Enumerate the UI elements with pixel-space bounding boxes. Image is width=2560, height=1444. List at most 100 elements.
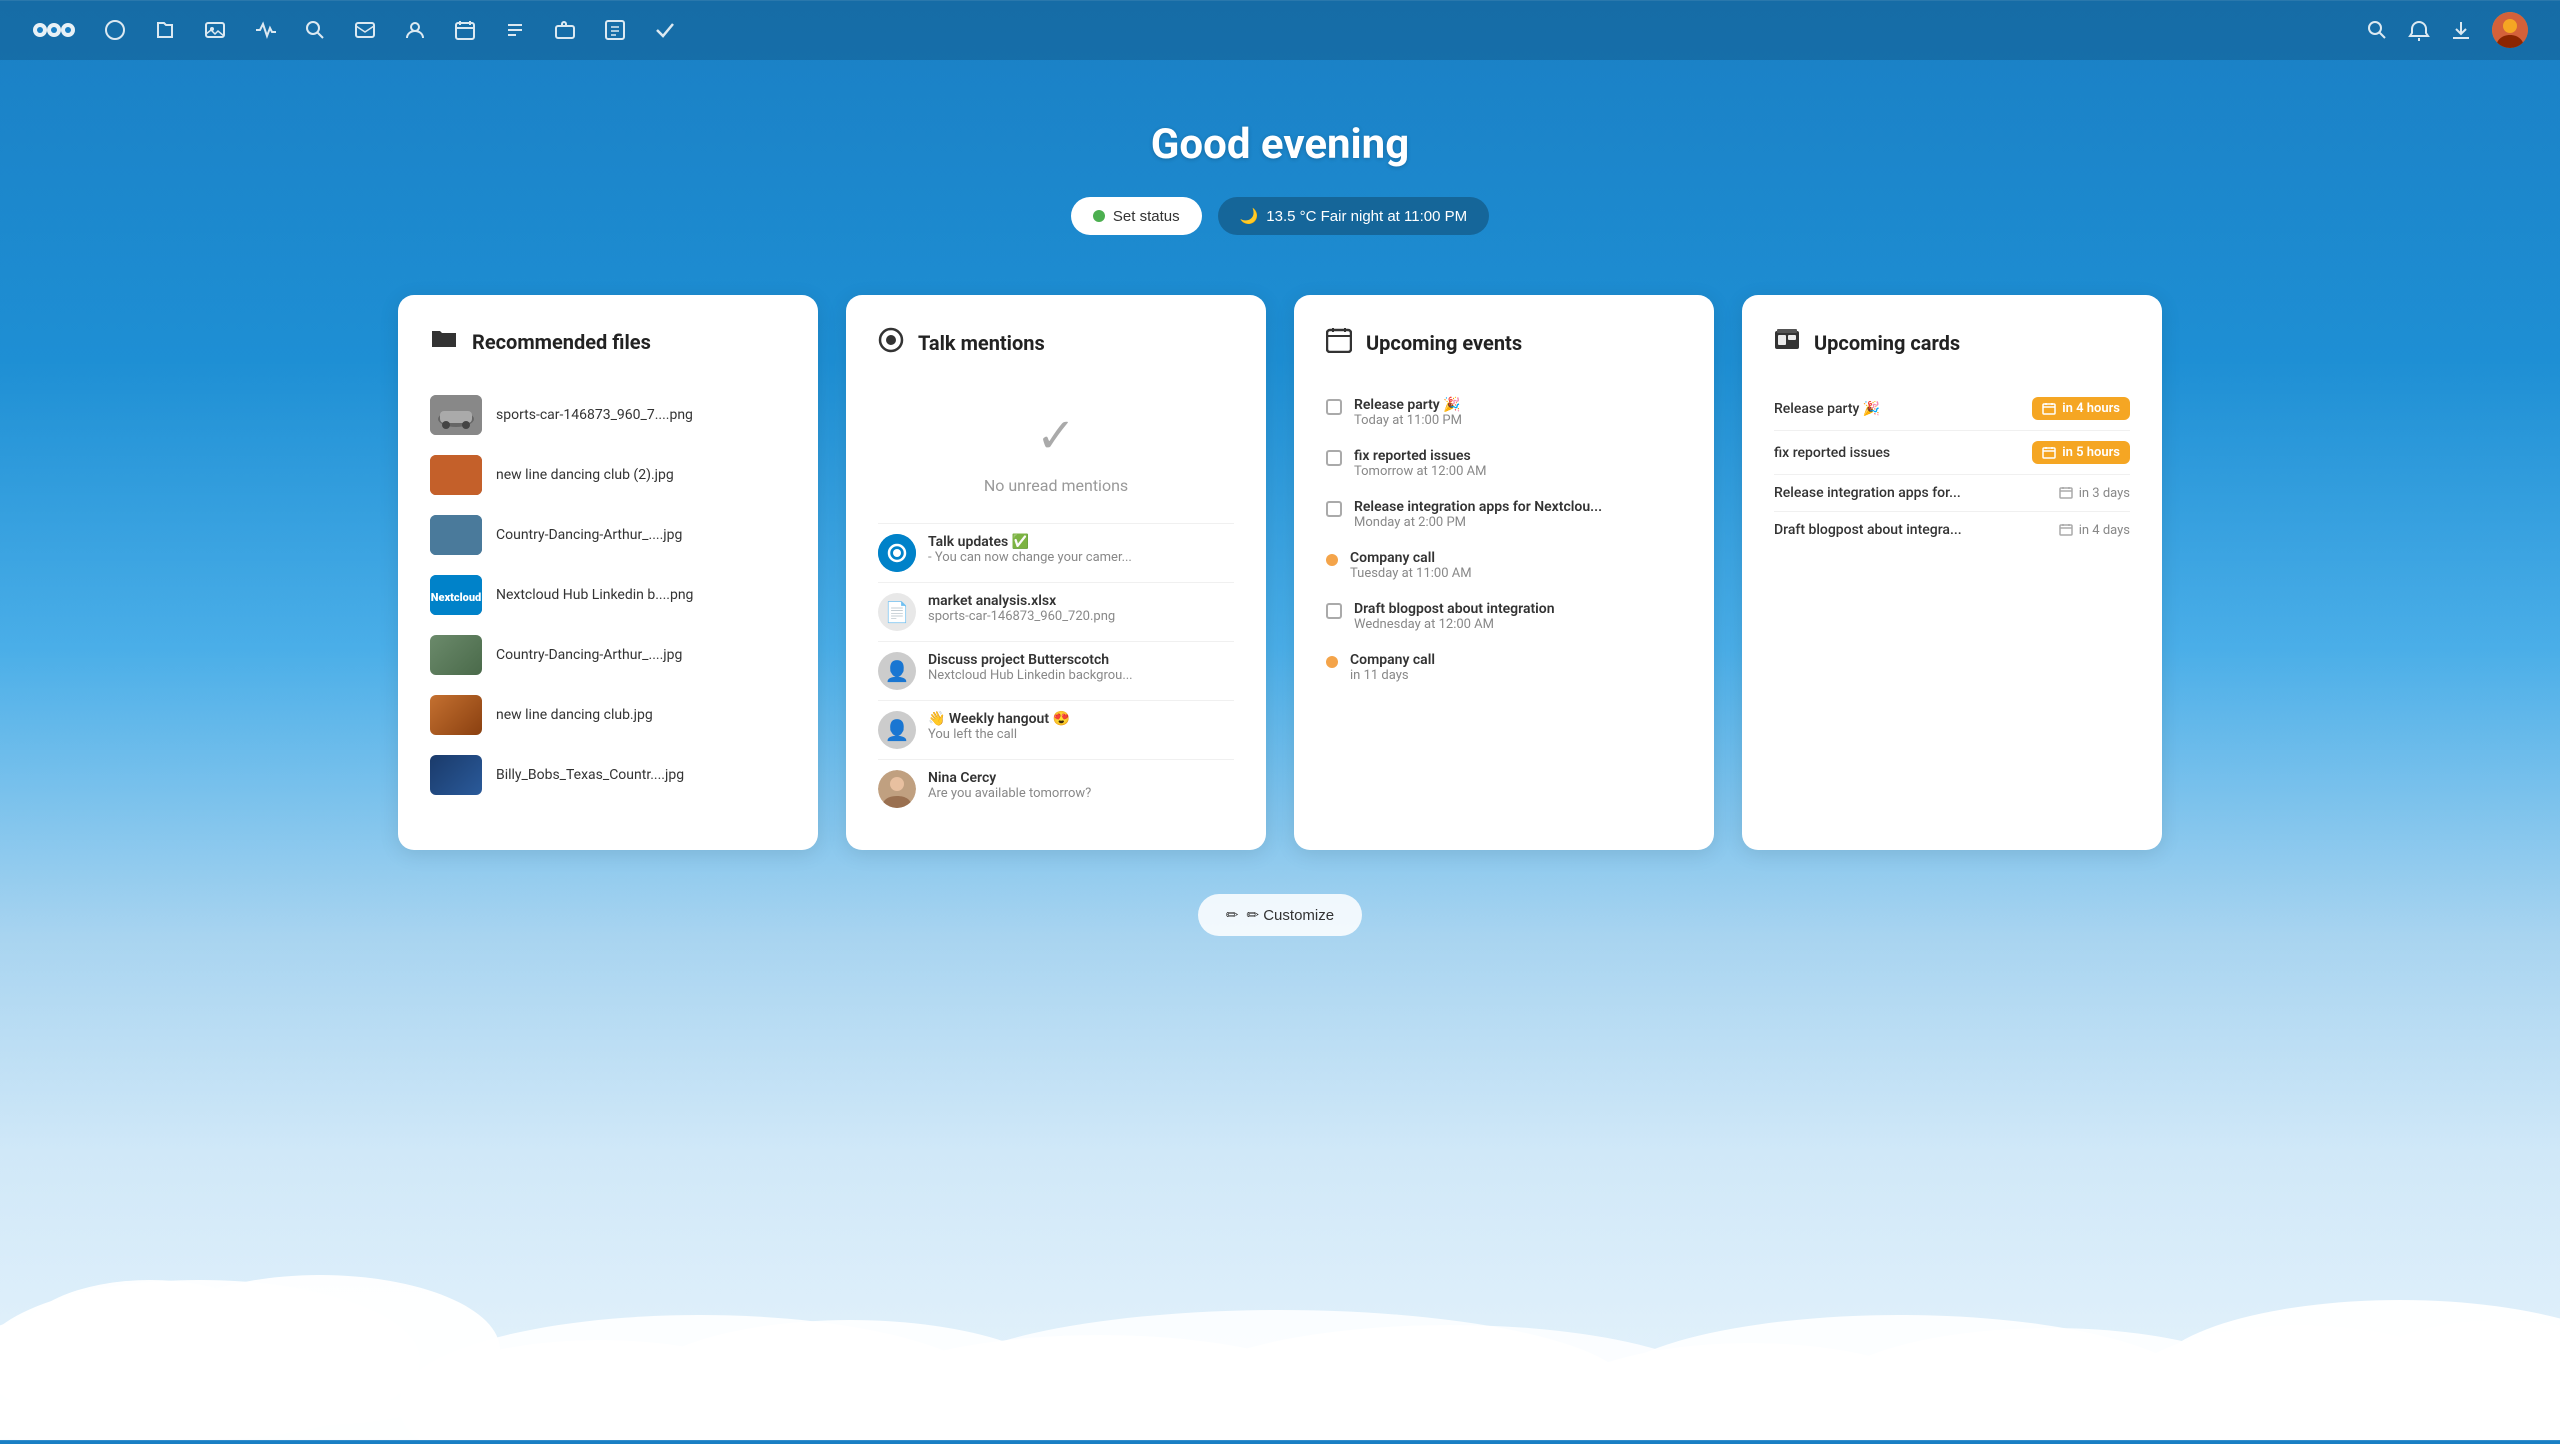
event-name: Draft blogpost about integration: [1354, 601, 1555, 617]
mention-avatar: [878, 534, 916, 572]
mention-title: Talk updates ✅: [928, 534, 1132, 550]
upcoming-cards-header: Upcoming cards: [1774, 327, 2130, 359]
nav-icon-contacts[interactable]: [404, 19, 426, 41]
file-name: new line dancing club (2).jpg: [496, 467, 674, 483]
mention-title: 👋 Weekly hangout 😍: [928, 711, 1070, 727]
event-time: Tomorrow at 12:00 AM: [1354, 464, 1486, 479]
event-time: Monday at 2:00 PM: [1354, 515, 1602, 530]
card-item-name: Release integration apps for...: [1774, 485, 1961, 501]
nav-icon-activity[interactable]: [254, 19, 276, 41]
card-item-name: Draft blogpost about integra...: [1774, 522, 1962, 538]
mention-sub: - You can now change your camer...: [928, 550, 1132, 565]
nav-left: [32, 17, 676, 43]
nav-icon-calendar[interactable]: [454, 19, 476, 41]
file-item[interactable]: sports-car-146873_960_7....png: [430, 385, 786, 445]
nav-icon-notes[interactable]: [504, 19, 526, 41]
event-details: Company call in 11 days: [1350, 652, 1435, 683]
mention-sub: sports-car-146873_960_720.png: [928, 609, 1115, 624]
event-name: Release party 🎉: [1354, 397, 1462, 413]
logo[interactable]: [32, 17, 76, 43]
event-time: Today at 11:00 PM: [1354, 413, 1462, 428]
file-item[interactable]: new line dancing club (2).jpg: [430, 445, 786, 505]
nav-icon-mail[interactable]: [354, 19, 376, 41]
card-badge-gray: in 4 days: [2059, 523, 2130, 538]
customize-button[interactable]: ✏ ✏ Customize: [1198, 894, 1362, 936]
calendar-icon: [1326, 327, 1352, 359]
file-name: Country-Dancing-Arthur_....jpg: [496, 527, 682, 543]
event-details: Draft blogpost about integration Wednesd…: [1354, 601, 1555, 632]
check-icon: ✓: [1036, 407, 1076, 464]
event-name: Company call: [1350, 550, 1472, 566]
nav-icon-tasks[interactable]: [604, 19, 626, 41]
mention-content: market analysis.xlsx sports-car-146873_9…: [928, 593, 1115, 624]
card-item-name: fix reported issues: [1774, 445, 1890, 461]
event-checkbox[interactable]: [1326, 603, 1342, 619]
event-details: Release integration apps for Nextclou...…: [1354, 499, 1602, 530]
mention-item[interactable]: Talk updates ✅ - You can now change your…: [878, 523, 1234, 582]
file-item[interactable]: Nextcloud Nextcloud Hub Linkedin b....pn…: [430, 565, 786, 625]
event-details: Company call Tuesday at 11:00 AM: [1350, 550, 1472, 581]
event-name: Release integration apps for Nextclou...: [1354, 499, 1602, 515]
mention-title: Nina Cercy: [928, 770, 1091, 786]
card-item[interactable]: Draft blogpost about integra... in 4 day…: [1774, 512, 2130, 548]
mention-avatar: 👤: [878, 652, 916, 690]
nav-icon-briefcase[interactable]: [554, 19, 576, 41]
card-item[interactable]: fix reported issues in 5 hours: [1774, 431, 2130, 475]
talk-mentions-title: Talk mentions: [918, 331, 1045, 355]
event-item[interactable]: Release integration apps for Nextclou...…: [1326, 489, 1682, 540]
status-row: Set status 🌙 13.5 °C Fair night at 11:00…: [1071, 197, 1489, 235]
event-name: Company call: [1350, 652, 1435, 668]
card-item[interactable]: Release party 🎉 in 4 hours: [1774, 387, 2130, 431]
mention-sub: Are you available tomorrow?: [928, 786, 1091, 801]
event-details: fix reported issues Tomorrow at 12:00 AM: [1354, 448, 1486, 479]
event-checkbox[interactable]: [1326, 501, 1342, 517]
status-dot: [1093, 210, 1105, 222]
customize-label: ✏ Customize: [1246, 906, 1334, 924]
user-avatar[interactable]: [2492, 12, 2528, 48]
file-name: sports-car-146873_960_7....png: [496, 407, 693, 423]
event-dot: [1326, 656, 1338, 668]
file-name: new line dancing club.jpg: [496, 707, 653, 723]
mention-title: market analysis.xlsx: [928, 593, 1115, 609]
event-item[interactable]: Company call Tuesday at 11:00 AM: [1326, 540, 1682, 591]
file-item[interactable]: Billy_Bobs_Texas_Countr....jpg: [430, 745, 786, 805]
event-item[interactable]: Release party 🎉 Today at 11:00 PM: [1326, 387, 1682, 438]
recommended-files-header: Recommended files: [430, 327, 786, 357]
file-thumb: [430, 395, 482, 435]
card-item[interactable]: Release integration apps for... in 3 day…: [1774, 475, 2130, 512]
nav-icon-check[interactable]: [654, 19, 676, 41]
card-badge: in 5 hours: [2032, 441, 2130, 464]
event-item[interactable]: Company call in 11 days: [1326, 642, 1682, 693]
event-checkbox[interactable]: [1326, 399, 1342, 415]
mention-item[interactable]: 👤 👋 Weekly hangout 😍 You left the call: [878, 700, 1234, 759]
topbar: [0, 0, 2560, 60]
download-icon[interactable]: [2450, 19, 2472, 41]
weather-button[interactable]: 🌙 13.5 °C Fair night at 11:00 PM: [1218, 197, 1490, 235]
mention-item[interactable]: 👤 Discuss project Butterscotch Nextcloud…: [878, 641, 1234, 700]
talk-mentions-header: Talk mentions: [878, 327, 1234, 359]
nav-icon-files[interactable]: [154, 19, 176, 41]
nav-icon-search[interactable]: [304, 19, 326, 41]
folder-icon: [430, 327, 458, 357]
set-status-button[interactable]: Set status: [1071, 197, 1202, 235]
notifications-icon[interactable]: [2408, 19, 2430, 41]
search-icon[interactable]: [2366, 19, 2388, 41]
event-checkbox[interactable]: [1326, 450, 1342, 466]
mention-item[interactable]: 📄 market analysis.xlsx sports-car-146873…: [878, 582, 1234, 641]
event-item[interactable]: Draft blogpost about integration Wednesd…: [1326, 591, 1682, 642]
event-item[interactable]: fix reported issues Tomorrow at 12:00 AM: [1326, 438, 1682, 489]
pencil-icon: ✏: [1226, 906, 1239, 924]
file-item[interactable]: Country-Dancing-Arthur_....jpg: [430, 625, 786, 685]
talk-icon: [878, 327, 904, 359]
file-item[interactable]: Country-Dancing-Arthur_....jpg: [430, 505, 786, 565]
upcoming-events-header: Upcoming events: [1326, 327, 1682, 359]
file-item[interactable]: new line dancing club.jpg: [430, 685, 786, 745]
nav-icon-photos[interactable]: [204, 19, 226, 41]
event-dot: [1326, 554, 1338, 566]
nav-icon-circle[interactable]: [104, 19, 126, 41]
upcoming-cards-card: Upcoming cards Release party 🎉 in 4 hour…: [1742, 295, 2162, 850]
weather-icon: 🌙: [1240, 207, 1259, 225]
file-name: Nextcloud Hub Linkedin b....png: [496, 587, 693, 603]
mention-title: Discuss project Butterscotch: [928, 652, 1133, 668]
mention-item[interactable]: Nina Cercy Are you available tomorrow?: [878, 759, 1234, 818]
